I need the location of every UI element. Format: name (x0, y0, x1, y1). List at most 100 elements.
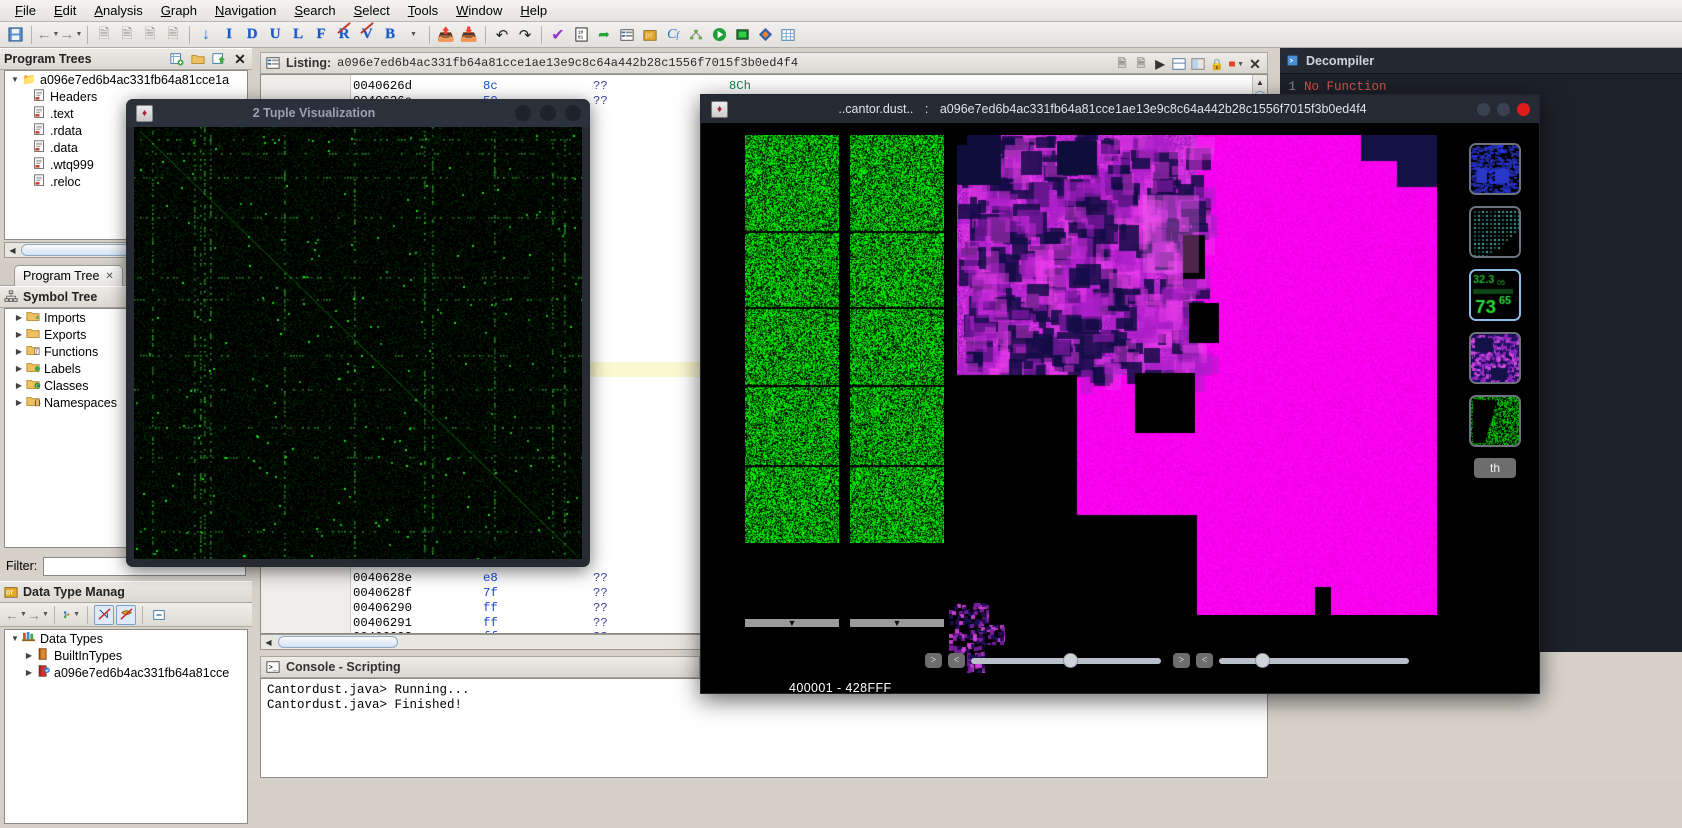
cantor-handle-left[interactable]: ▼ (745, 619, 839, 628)
close-button[interactable] (565, 105, 581, 121)
listing-select-icon[interactable]: ▶ (1152, 56, 1168, 72)
dtm-forward-button[interactable]: → ▼ (27, 605, 49, 625)
open-folder-icon[interactable] (190, 51, 206, 67)
expand-caret-icon[interactable]: ▶ (13, 364, 25, 373)
letter-l-icon[interactable]: L (287, 24, 309, 46)
menu-item-search[interactable]: Search (285, 1, 344, 20)
tab-program-tree[interactable]: Program Tree ✕ (14, 265, 123, 286)
down-arrow-icon[interactable]: ↓ (195, 24, 217, 46)
letter-d-icon[interactable]: D (241, 24, 263, 46)
listing-split-icon[interactable] (1171, 56, 1187, 72)
listing-toggle-icon[interactable] (1190, 56, 1206, 72)
minimize-button[interactable] (515, 105, 531, 121)
menu-item-help[interactable]: Help (511, 1, 556, 20)
menu-item-analysis[interactable]: Analysis (85, 1, 151, 20)
dtm-back-button[interactable]: ← ▼ (5, 605, 27, 625)
expand-caret-icon[interactable]: ▶ (23, 651, 35, 660)
slider-2-next-button[interactable]: < (1196, 653, 1213, 668)
cantor-strip-right[interactable] (850, 135, 944, 543)
expand-caret-icon[interactable]: ▶ (13, 381, 25, 390)
listing-row[interactable]: 0040626d 8c?? 8Ch (353, 79, 1251, 94)
cantor-dust-window[interactable]: ♦ ..cantor.dust.. : a096e7ed6b4ac331fb64… (700, 94, 1540, 694)
listing-color-dropdown[interactable]: ▼ (1228, 56, 1244, 72)
slider-1-knob[interactable] (1063, 652, 1078, 668)
letter-v-strike-icon[interactable]: V (356, 21, 378, 46)
snapshot-icon-2[interactable]: 🗎 (116, 24, 138, 46)
slider-1-next-button[interactable]: < (948, 653, 965, 668)
import-icon[interactable]: 📤 (435, 24, 457, 46)
letter-i-icon[interactable]: I (218, 24, 240, 46)
menu-item-graph[interactable]: Graph (152, 1, 206, 20)
scroll-up-icon[interactable]: ▲ (1253, 75, 1267, 89)
redo-icon[interactable]: ↷ (514, 24, 536, 46)
expand-caret-icon[interactable]: ▶ (13, 313, 25, 322)
menu-item-edit[interactable]: Edit (45, 1, 85, 20)
table-icon[interactable] (777, 24, 799, 46)
menu-item-window[interactable]: Window (447, 1, 511, 20)
new-tree-icon[interactable] (169, 51, 185, 67)
letter-u-icon[interactable]: U (264, 24, 286, 46)
expand-caret-icon[interactable]: ▶ (23, 668, 35, 677)
data-type-item[interactable]: ▶ BuiltInTypes (5, 647, 247, 664)
thumb-blue-blocks[interactable] (1469, 143, 1521, 195)
scroll-thumb[interactable] (278, 636, 398, 648)
dtm-no-array-icon[interactable] (116, 604, 136, 625)
dtm-collapse-icon[interactable] (149, 605, 169, 625)
listing-lock-icon[interactable]: 🔒 (1209, 56, 1225, 72)
tuple-plot-canvas[interactable] (134, 127, 582, 559)
menu-item-tools[interactable]: Tools (399, 1, 447, 20)
listing-copy-icon[interactable]: 🗎 (1114, 56, 1130, 72)
menu-item-navigation[interactable]: Navigation (206, 1, 285, 20)
cantor-strip-left[interactable] (745, 135, 839, 543)
thumb-green-stripe[interactable] (1469, 395, 1521, 447)
cantor-main-canvas[interactable] (957, 135, 1437, 615)
diamond-icon[interactable] (754, 24, 776, 46)
tab-close-icon[interactable]: ✕ (105, 271, 113, 282)
green-script-icon[interactable]: ➦ (593, 24, 615, 46)
snapshot-icon-4[interactable]: 🗎 (162, 24, 184, 46)
dtm-tree-list[interactable]: ▼ Data Types ▶ BuiltInTypes ▶ a096e7ed6b4ac… (4, 629, 248, 824)
back-button[interactable]: ← ▼ (37, 24, 60, 46)
close-button[interactable] (1517, 102, 1530, 116)
thumb-teal-dots[interactable] (1469, 206, 1521, 258)
save-tree-icon[interactable] (211, 51, 227, 67)
slider-1-prev-button[interactable]: > (925, 653, 942, 668)
listing-paste-icon[interactable]: 🗎 (1133, 56, 1149, 72)
data-type-item[interactable]: ▶ a096e7ed6b4ac331fb64a81cce (5, 664, 247, 681)
snapshot-icon-3[interactable]: 🗎 (139, 24, 161, 46)
menu-item-file[interactable]: File (6, 1, 45, 20)
thumb-green-digits[interactable] (1469, 269, 1521, 321)
slider-2-track[interactable] (1219, 652, 1409, 668)
slider-2-prev-button[interactable]: > (1173, 653, 1190, 668)
close-panel-icon[interactable]: ✕ (232, 51, 248, 67)
menu-item-select[interactable]: Select (345, 1, 399, 20)
cantor-main-view[interactable] (957, 135, 1437, 615)
data-type-icon[interactable]: DT (639, 24, 661, 46)
scroll-left-icon[interactable]: ◀ (5, 243, 20, 257)
save-icon[interactable] (4, 24, 26, 46)
dtm-no-pointer-icon[interactable] (94, 604, 114, 625)
graph-tree-icon[interactable] (685, 24, 707, 46)
dtm-filter-dropdown[interactable]: ▼ (61, 605, 81, 625)
tuple-scatter-plot[interactable] (134, 127, 582, 559)
slider-1-track[interactable] (971, 652, 1161, 668)
memory-icon[interactable] (731, 24, 753, 46)
maximize-button[interactable] (1497, 102, 1510, 116)
export-icon[interactable]: 📥 (458, 24, 480, 46)
expand-caret-icon[interactable]: ▶ (13, 330, 25, 339)
expand-caret-icon[interactable]: ▶ (13, 398, 25, 407)
tuple-visualization-window[interactable]: ♦ 2 Tuple Visualization (126, 99, 590, 567)
listing-close-icon[interactable]: ✕ (1247, 56, 1263, 72)
list-icon[interactable] (616, 24, 638, 46)
run-icon[interactable] (708, 24, 730, 46)
undo-icon[interactable]: ↶ (491, 24, 513, 46)
function-cf-icon[interactable]: Cf (662, 24, 684, 46)
slider-2-knob[interactable] (1255, 652, 1270, 668)
letter-b-icon[interactable]: B (379, 24, 401, 46)
dtm-root-node[interactable]: ▼ Data Types (5, 630, 247, 647)
snapshot-icon-1[interactable]: 🗎 (93, 24, 115, 46)
letter-f-icon[interactable]: F (310, 24, 332, 46)
binary-icon[interactable]: 10 01 (570, 24, 592, 46)
thumbnail-toggle-button[interactable]: th (1474, 458, 1516, 478)
letter-dropdown-caret[interactable]: ▼ (402, 24, 424, 46)
